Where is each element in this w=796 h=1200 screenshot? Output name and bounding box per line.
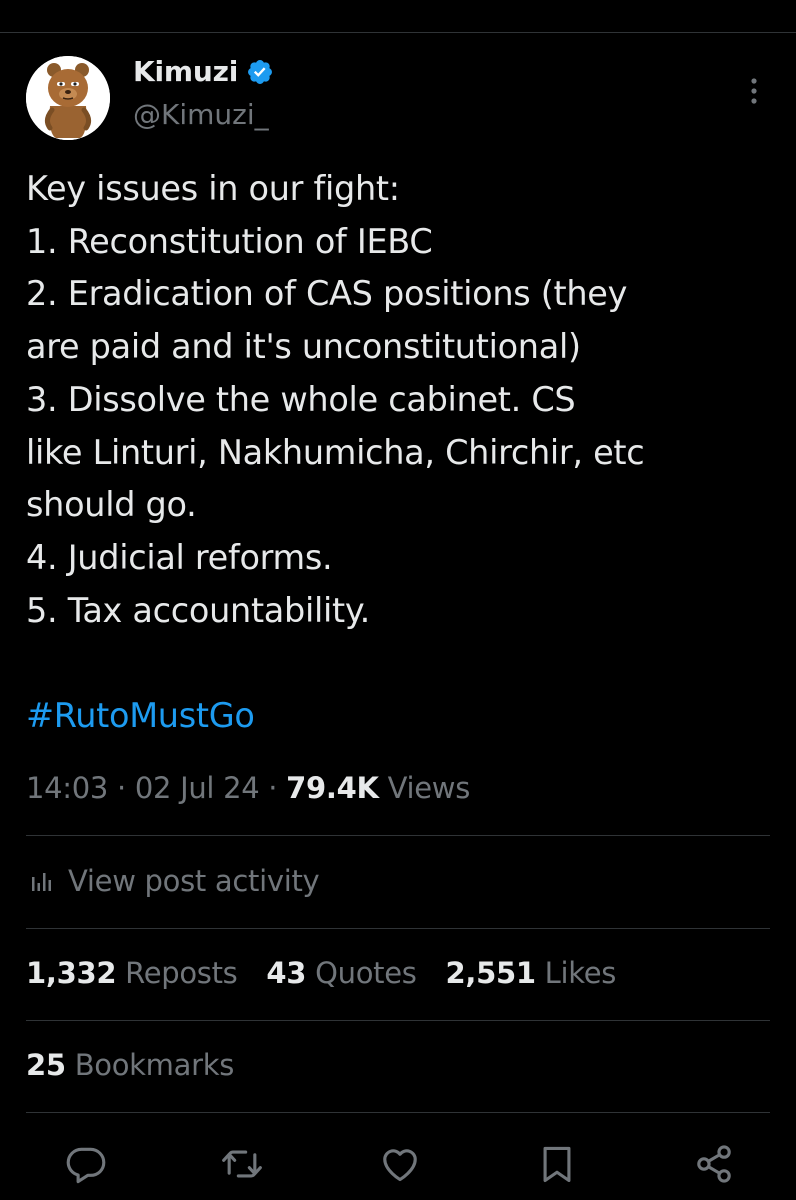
likes-stat[interactable]: 2,551 Likes <box>446 956 617 990</box>
quotes-count: 43 <box>266 956 307 990</box>
tweet-line: should go. <box>26 485 197 525</box>
tweet-meta: 14:03 · 02 Jul 24 · 79.4K Views <box>26 771 470 805</box>
tweet-line: like Linturi, Nakhumicha, Chirchir, etc <box>26 432 645 472</box>
repost-icon[interactable] <box>220 1142 264 1186</box>
views-label: Views <box>387 771 471 805</box>
meta-separator: · <box>268 771 278 805</box>
hashtag-link[interactable]: #RutoMustGo <box>26 690 255 742</box>
display-name[interactable]: Kimuzi <box>133 55 238 88</box>
tweet-text: Key issues in our fight: 1. Reconstituti… <box>26 163 776 637</box>
divider <box>26 835 770 836</box>
likes-count: 2,551 <box>445 956 537 990</box>
tweet-line: 4. Judicial reforms. <box>26 537 333 577</box>
meta-separator: · <box>117 771 126 805</box>
divider <box>26 1020 770 1021</box>
quotes-label: Quotes <box>315 956 417 990</box>
divider <box>26 1112 770 1113</box>
tweet-line: 5. Tax accountability. <box>26 590 370 630</box>
tweet-line: Key issues in our fight: <box>26 169 400 208</box>
like-icon[interactable] <box>378 1142 422 1186</box>
likes-label: Likes <box>544 956 617 990</box>
tweet-line: 1. Reconstitution of IEBC <box>26 221 433 261</box>
action-bar <box>0 1140 796 1186</box>
quotes-stat[interactable]: 43 Quotes <box>266 956 416 990</box>
verified-badge-icon <box>246 58 274 86</box>
view-post-activity-button[interactable]: View post activity <box>26 864 320 898</box>
top-divider <box>0 32 796 33</box>
tweet-line: 3. Dissolve the whole cabinet. CS <box>26 379 576 419</box>
views-count: 79.4K <box>286 771 379 805</box>
divider <box>26 928 770 929</box>
tweet-line: 2. Eradication of CAS positions (they <box>26 274 628 314</box>
author-name-row[interactable]: Kimuzi <box>133 55 274 88</box>
reply-icon[interactable] <box>64 1142 108 1186</box>
author-handle[interactable]: @Kimuzi_ <box>133 98 269 131</box>
analytics-icon <box>26 865 58 897</box>
reposts-count: 1,332 <box>26 956 117 990</box>
engagement-stats: 1,332 Reposts 43 Quotes 2,551 Likes <box>26 956 636 990</box>
cartoon-character-avatar <box>26 56 110 140</box>
reposts-stat[interactable]: 1,332 Reposts <box>26 956 238 990</box>
reposts-label: Reposts <box>125 956 238 990</box>
view-post-activity-label: View post activity <box>68 864 320 898</box>
tweet-line: are paid and it's unconstitutional) <box>26 327 581 367</box>
more-vertical-icon[interactable] <box>742 76 766 106</box>
tweet-time[interactable]: 14:03 <box>26 771 108 805</box>
tweet-date[interactable]: 02 Jul 24 <box>135 771 260 805</box>
avatar[interactable] <box>26 56 110 140</box>
bookmarks-count: 25 <box>26 1048 66 1082</box>
share-icon[interactable] <box>692 1142 736 1186</box>
bookmark-icon[interactable] <box>535 1142 579 1186</box>
bookmarks-stat[interactable]: 25 Bookmarks <box>26 1048 234 1082</box>
bookmarks-label: Bookmarks <box>74 1048 235 1082</box>
